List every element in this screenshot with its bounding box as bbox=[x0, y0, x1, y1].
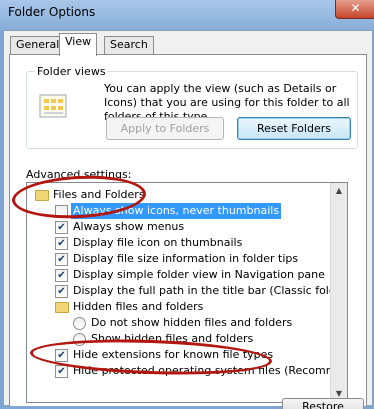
checkbox[interactable]: ✔ bbox=[55, 221, 68, 234]
option-label: Display simple folder view in Navigation… bbox=[73, 268, 325, 281]
radio-button[interactable] bbox=[73, 317, 86, 330]
apply-to-folders-button[interactable]: Apply to Folders bbox=[106, 117, 224, 140]
tree-item-label: Files and Folders bbox=[53, 188, 145, 201]
option-label: Display file size information in folder … bbox=[73, 252, 299, 265]
option-label: Display file icon on thumbnails bbox=[73, 236, 243, 249]
folder-icon bbox=[35, 190, 49, 201]
option-label: Always show icons, never thumbnails bbox=[71, 203, 282, 219]
advanced-settings-label: Advanced settings: bbox=[26, 168, 132, 181]
checkbox[interactable] bbox=[55, 205, 68, 218]
folder-view-icon bbox=[39, 94, 67, 118]
scroll-up-arrow-icon[interactable]: ▲ bbox=[331, 183, 347, 199]
checkbox[interactable]: ✔ bbox=[55, 269, 68, 282]
option-label: Hide extensions for known file types bbox=[73, 348, 274, 361]
checkbox[interactable]: ✔ bbox=[55, 365, 68, 378]
reset-folders-button[interactable]: Reset Folders bbox=[237, 117, 351, 140]
tree-item-label: Hidden files and folders bbox=[73, 300, 204, 313]
tab-general[interactable]: General bbox=[10, 36, 66, 54]
title-bar: Folder Options ✕ bbox=[0, 0, 374, 30]
checkbox[interactable]: ✔ bbox=[55, 237, 68, 250]
option-label: Display the full path in the title bar (… bbox=[73, 284, 347, 297]
option-label: Show hidden files and folders bbox=[91, 332, 254, 345]
option-label: Do not show hidden files and folders bbox=[91, 316, 293, 329]
tab-view[interactable]: View bbox=[59, 33, 98, 56]
checkbox[interactable]: ✔ bbox=[55, 253, 68, 266]
close-button[interactable]: ✕ bbox=[335, 0, 374, 19]
option-label: Always show menus bbox=[73, 220, 185, 233]
window-title: Folder Options bbox=[8, 5, 96, 19]
dialog-body: General View Search Folder views You can… bbox=[3, 30, 373, 409]
advanced-settings-tree[interactable]: Files and Folders Always show icons, nev… bbox=[26, 182, 348, 403]
radio-button[interactable] bbox=[73, 333, 86, 346]
checkbox[interactable]: ✔ bbox=[55, 285, 68, 298]
view-tab-panel: Folder views You can apply the view (suc… bbox=[9, 54, 367, 406]
folder-icon bbox=[55, 302, 69, 313]
vertical-scrollbar[interactable]: ▲ ▼ bbox=[330, 183, 347, 402]
folder-views-group: Folder views You can apply the view (suc… bbox=[26, 65, 358, 149]
checkbox[interactable]: ✔ bbox=[55, 349, 68, 362]
option-label: Hide protected operating system files (R… bbox=[73, 364, 348, 377]
folder-views-label: Folder views bbox=[35, 65, 108, 78]
tab-search[interactable]: Search bbox=[104, 36, 154, 54]
